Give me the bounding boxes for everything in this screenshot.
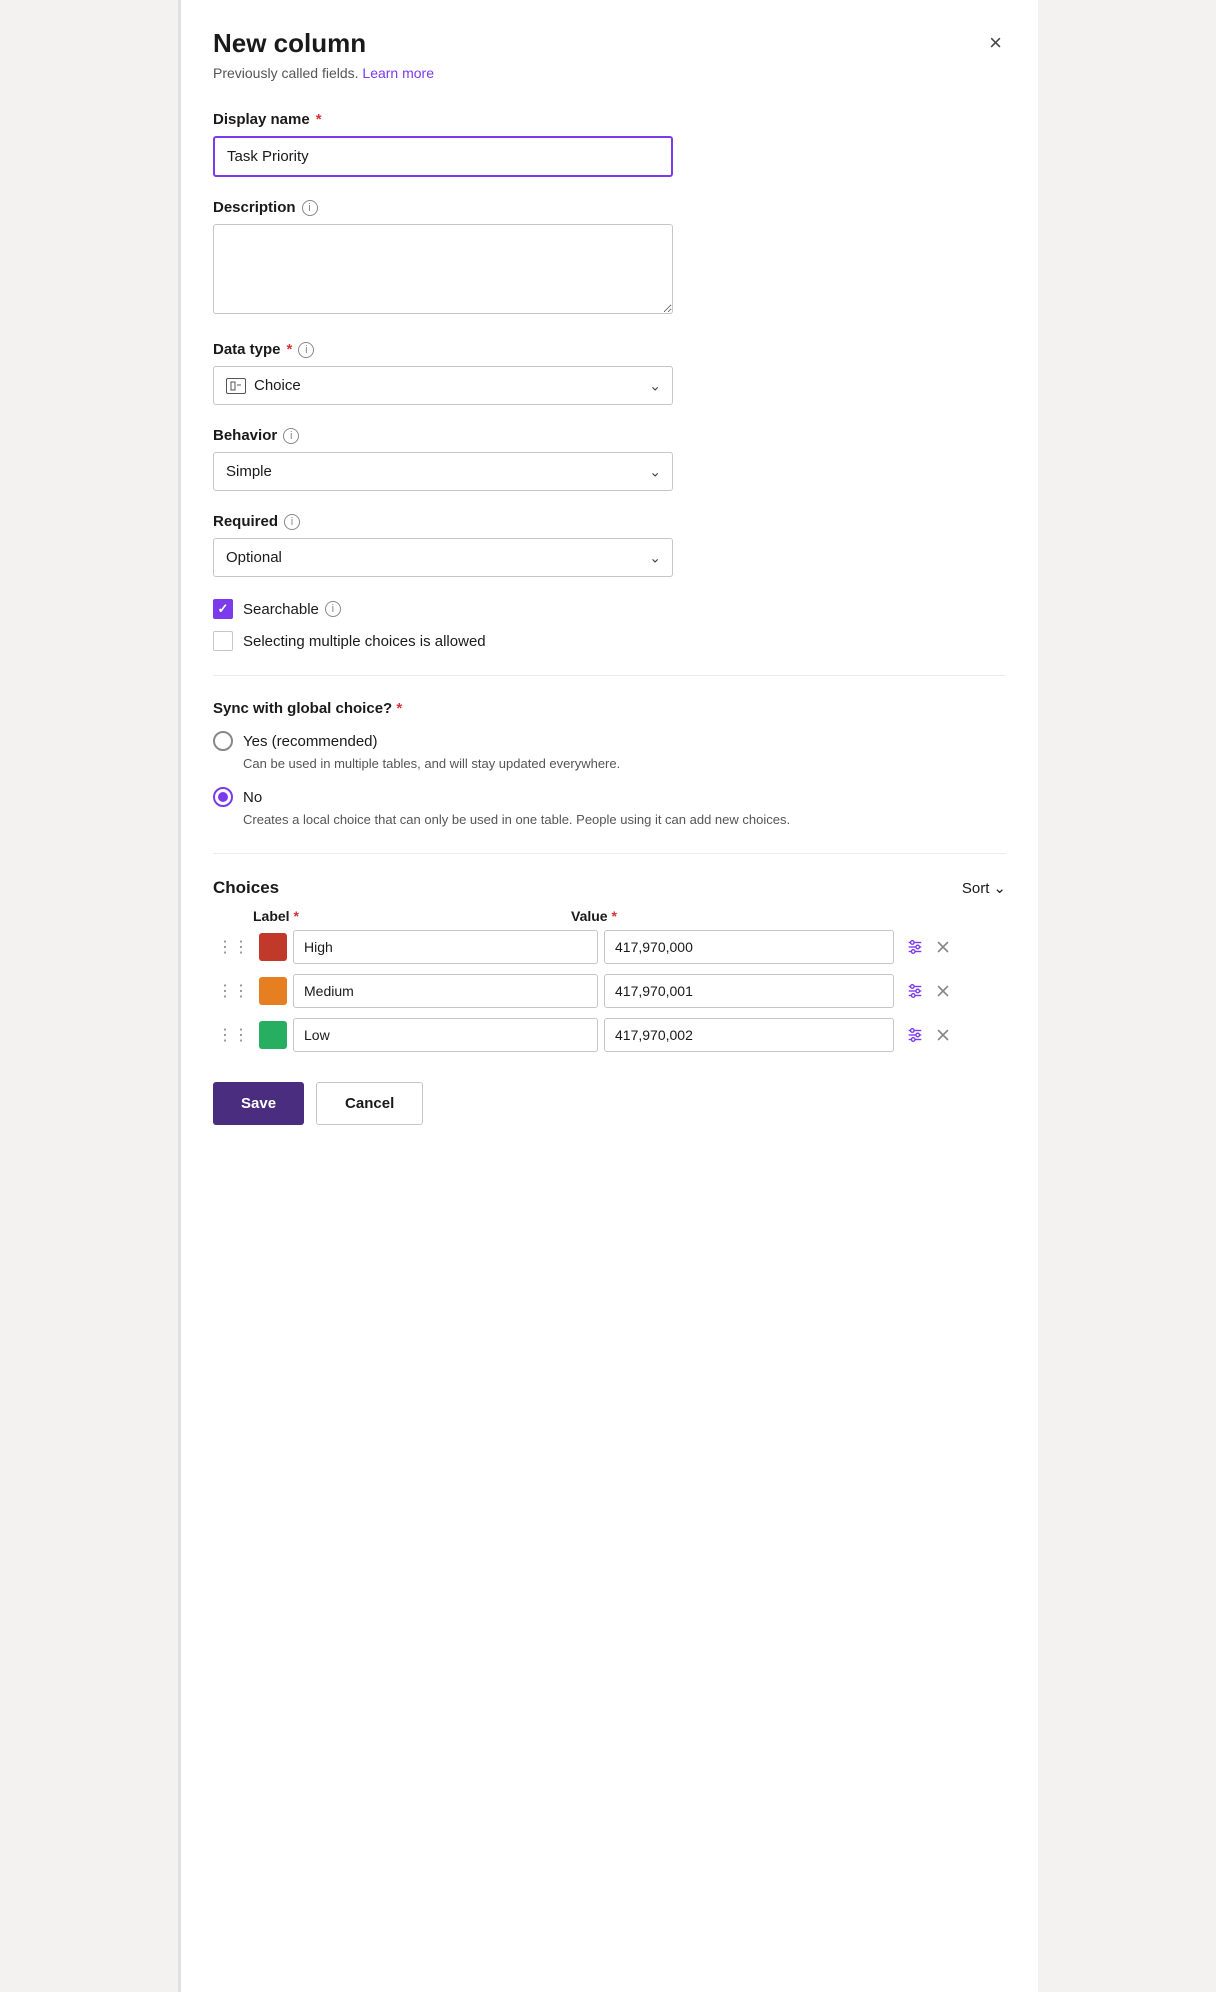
choice-value-input-0[interactable]	[604, 930, 894, 964]
radio-no-label: No	[243, 789, 262, 806]
learn-more-link[interactable]: Learn more	[362, 65, 434, 81]
radio-yes-option: Yes (recommended) Can be used in multipl…	[213, 731, 1006, 773]
searchable-label: Searchable i	[243, 601, 341, 618]
choice-row-1: ⋮⋮	[213, 974, 1006, 1008]
required-star-value: *	[611, 908, 616, 924]
data-type-group: Data type * i Choice ⌄	[213, 341, 1006, 405]
radio-no-desc: Creates a local choice that can only be …	[213, 811, 1006, 829]
chevron-down-icon-required: ⌄	[649, 549, 661, 566]
sync-group: Sync with global choice? * Yes (recommen…	[213, 700, 1006, 829]
chevron-down-icon-sort: ⌄	[993, 879, 1006, 897]
col-header-label: Label *	[253, 908, 563, 924]
choice-value-input-2[interactable]	[604, 1018, 894, 1052]
row-actions-0	[904, 936, 954, 958]
searchable-row: Searchable i	[213, 599, 1006, 619]
save-button[interactable]: Save	[213, 1082, 304, 1125]
choices-title: Choices	[213, 878, 279, 898]
row-actions-2	[904, 1024, 954, 1046]
description-info-icon: i	[302, 200, 318, 216]
close-button[interactable]: ×	[985, 28, 1006, 58]
panel-subtitle: Previously called fields. Learn more	[213, 65, 1006, 81]
description-label: Description i	[213, 199, 1006, 216]
radio-no-button[interactable]	[213, 787, 233, 807]
searchable-info-icon: i	[325, 601, 341, 617]
behavior-display[interactable]: Simple ⌄	[213, 452, 673, 491]
data-type-display[interactable]: Choice ⌄	[213, 366, 673, 405]
color-swatch-0[interactable]	[259, 933, 287, 961]
required-star-datatype: *	[287, 341, 293, 358]
radio-no-row: No	[213, 787, 1006, 807]
display-name-label: Display name *	[213, 111, 1006, 128]
sync-label: Sync with global choice? *	[213, 700, 1006, 717]
radio-yes-button[interactable]	[213, 731, 233, 751]
choice-row-2: ⋮⋮	[213, 1018, 1006, 1052]
choices-column-headers: Label * Value *	[213, 908, 1006, 930]
drag-handle-2[interactable]: ⋮⋮	[213, 1021, 253, 1049]
choice-label-input-2[interactable]	[293, 1018, 598, 1052]
required-info-icon: i	[284, 514, 300, 530]
radio-yes-label: Yes (recommended)	[243, 733, 378, 750]
choice-row-0: ⋮⋮	[213, 930, 1006, 964]
required-star: *	[316, 111, 322, 128]
required-label: Required i	[213, 513, 1006, 530]
divider-2	[213, 853, 1006, 854]
required-star-label: *	[293, 908, 298, 924]
required-display[interactable]: Optional ⌄	[213, 538, 673, 577]
delete-button-0[interactable]	[932, 936, 954, 958]
panel-header: New column ×	[213, 28, 1006, 59]
choice-label-input-0[interactable]	[293, 930, 598, 964]
divider-1	[213, 675, 1006, 676]
required-group: Required i Optional ⌄	[213, 513, 1006, 577]
tune-button-1[interactable]	[904, 980, 926, 1002]
tune-button-0[interactable]	[904, 936, 926, 958]
display-name-input[interactable]	[213, 136, 673, 177]
behavior-select[interactable]: Simple ⌄	[213, 452, 673, 491]
behavior-label: Behavior i	[213, 427, 1006, 444]
data-type-select[interactable]: Choice ⌄	[213, 366, 673, 405]
panel-title: New column	[213, 28, 366, 59]
behavior-info-icon: i	[283, 428, 299, 444]
drag-handle-1[interactable]: ⋮⋮	[213, 977, 253, 1005]
tune-button-2[interactable]	[904, 1024, 926, 1046]
data-type-label: Data type * i	[213, 341, 1006, 358]
cancel-button[interactable]: Cancel	[316, 1082, 423, 1125]
choice-type-icon	[226, 378, 246, 394]
chevron-down-icon-behavior: ⌄	[649, 463, 661, 480]
multiple-choices-row: Selecting multiple choices is allowed	[213, 631, 1006, 651]
choice-svg-icon	[230, 381, 242, 391]
required-select[interactable]: Optional ⌄	[213, 538, 673, 577]
description-input[interactable]	[213, 224, 673, 314]
data-type-info-icon: i	[298, 342, 314, 358]
choice-label-input-1[interactable]	[293, 974, 598, 1008]
drag-handle-0[interactable]: ⋮⋮	[213, 933, 253, 961]
color-swatch-1[interactable]	[259, 977, 287, 1005]
radio-yes-desc: Can be used in multiple tables, and will…	[213, 755, 1006, 773]
multiple-choices-label: Selecting multiple choices is allowed	[243, 633, 486, 650]
multiple-choices-checkbox[interactable]	[213, 631, 233, 651]
row-actions-1	[904, 980, 954, 1002]
radio-yes-row: Yes (recommended)	[213, 731, 1006, 751]
bottom-bar: Save Cancel	[213, 1082, 1006, 1125]
color-swatch-2[interactable]	[259, 1021, 287, 1049]
chevron-down-icon: ⌄	[649, 377, 661, 394]
display-name-group: Display name *	[213, 111, 1006, 177]
col-header-value: Value *	[571, 908, 866, 924]
choice-value-input-1[interactable]	[604, 974, 894, 1008]
delete-button-2[interactable]	[932, 1024, 954, 1046]
delete-button-1[interactable]	[932, 980, 954, 1002]
radio-no-option: No Creates a local choice that can only …	[213, 787, 1006, 829]
searchable-checkbox[interactable]	[213, 599, 233, 619]
behavior-group: Behavior i Simple ⌄	[213, 427, 1006, 491]
new-column-panel: New column × Previously called fields. L…	[178, 0, 1038, 1992]
choices-header: Choices Sort ⌄	[213, 878, 1006, 898]
sort-button[interactable]: Sort ⌄	[962, 879, 1006, 897]
description-group: Description i	[213, 199, 1006, 319]
required-star-sync: *	[396, 700, 402, 717]
